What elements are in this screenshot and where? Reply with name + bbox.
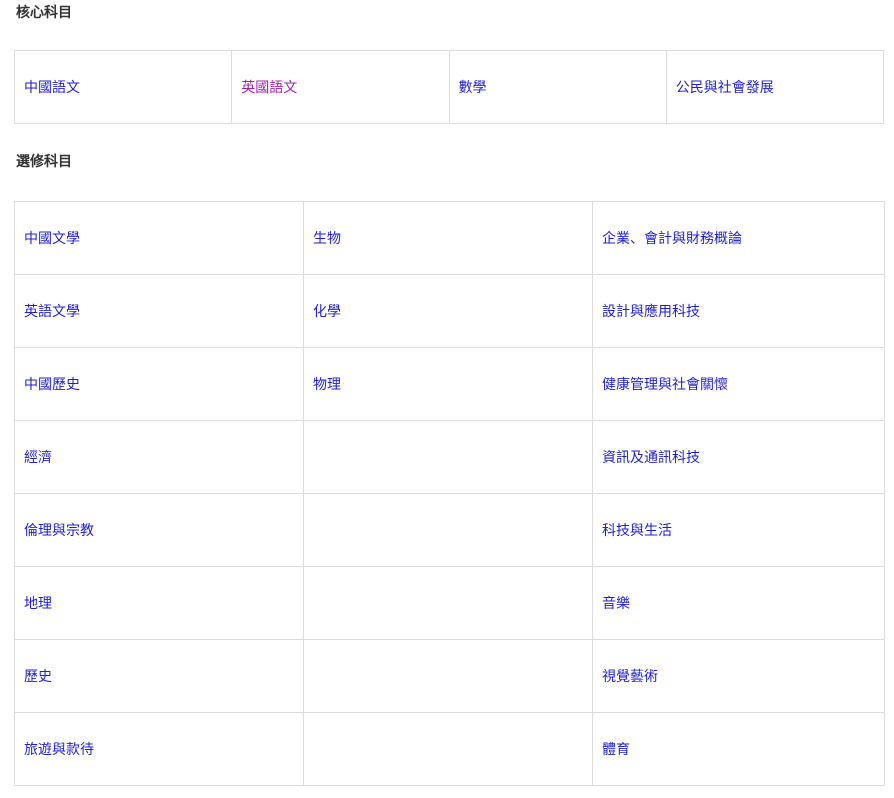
table-cell: 地理 xyxy=(14,566,304,640)
table-row: 中國語文 英國語文 數學 公民與社會發展 xyxy=(13,50,885,124)
table-cell xyxy=(303,639,593,713)
table-cell: 資訊及通訊科技 xyxy=(592,420,885,494)
table-row: 歷史 視覺藝術 xyxy=(14,639,885,713)
subject-link[interactable]: 歷史 xyxy=(24,669,52,685)
subject-link[interactable]: 英語文學 xyxy=(24,304,80,320)
table-cell: 中國文學 xyxy=(14,201,304,275)
table-cell xyxy=(303,493,593,567)
table-cell: 倫理與宗教 xyxy=(14,493,304,567)
elective-subjects-table: 中國文學 生物 企業、會計與財務概論英語文學 化學 設計與應用科技中國歷史 物理 健康管理與… xyxy=(14,201,885,786)
table-cell: 化學 xyxy=(303,274,593,348)
table-cell xyxy=(303,420,593,494)
subject-link[interactable]: 視覺藝術 xyxy=(602,669,658,685)
subject-link-english-language[interactable]: 英國語文 xyxy=(241,80,297,96)
subject-link[interactable]: 科技與生活 xyxy=(602,523,672,539)
table-cell: 物理 xyxy=(303,347,593,421)
table-cell: 英語文學 xyxy=(14,274,304,348)
table-row: 中國歷史 物理 健康管理與社會關懷 xyxy=(14,347,885,421)
table-cell: 英國語文 xyxy=(231,50,450,124)
subject-link[interactable]: 經濟 xyxy=(24,450,52,466)
table-row: 旅遊與款待 體育 xyxy=(14,712,885,786)
table-cell: 旅遊與款待 xyxy=(14,712,304,786)
table-cell: 科技與生活 xyxy=(592,493,885,567)
core-subjects-table: 中國語文 英國語文 數學 公民與社會發展 xyxy=(13,50,885,124)
table-cell: 中國語文 xyxy=(13,50,233,124)
subject-link-citizenship-social-development[interactable]: 公民與社會發展 xyxy=(676,80,774,96)
table-cell: 經濟 xyxy=(14,420,304,494)
subject-link[interactable]: 中國歷史 xyxy=(24,377,80,393)
core-subjects-heading: 核心科目 xyxy=(16,5,72,21)
table-cell xyxy=(303,566,593,640)
table-cell: 公民與社會發展 xyxy=(665,50,885,124)
table-cell: 健康管理與社會關懷 xyxy=(592,347,885,421)
subject-link[interactable]: 倫理與宗教 xyxy=(24,523,94,539)
subject-link-mathematics[interactable]: 數學 xyxy=(459,80,487,96)
subject-link[interactable]: 體育 xyxy=(602,742,630,758)
table-row: 英語文學 化學 設計與應用科技 xyxy=(14,274,885,348)
table-cell: 數學 xyxy=(448,50,667,124)
subject-link[interactable]: 旅遊與款待 xyxy=(24,742,94,758)
subject-link[interactable]: 企業、會計與財務概論 xyxy=(602,231,742,247)
subject-link[interactable]: 中國文學 xyxy=(24,231,80,247)
table-row: 地理 音樂 xyxy=(14,566,885,640)
subject-link[interactable]: 健康管理與社會關懷 xyxy=(602,377,728,393)
subject-link[interactable]: 設計與應用科技 xyxy=(602,304,700,320)
table-row: 經濟 資訊及通訊科技 xyxy=(14,420,885,494)
elective-subjects-heading: 選修科目 xyxy=(16,154,72,170)
table-cell: 音樂 xyxy=(592,566,885,640)
table-cell xyxy=(303,712,593,786)
table-row: 中國文學 生物 企業、會計與財務概論 xyxy=(14,201,885,275)
subject-link[interactable]: 化學 xyxy=(313,304,341,320)
table-cell: 企業、會計與財務概論 xyxy=(592,201,885,275)
table-cell: 視覺藝術 xyxy=(592,639,885,713)
subject-link[interactable]: 地理 xyxy=(24,596,52,612)
table-cell: 中國歷史 xyxy=(14,347,304,421)
subject-link-chinese-language[interactable]: 中國語文 xyxy=(24,80,80,96)
subject-link[interactable]: 物理 xyxy=(313,377,341,393)
subject-link[interactable]: 生物 xyxy=(313,231,341,247)
subject-link[interactable]: 資訊及通訊科技 xyxy=(602,450,700,466)
table-cell: 歷史 xyxy=(14,639,304,713)
table-row: 倫理與宗教 科技與生活 xyxy=(14,493,885,567)
subject-link[interactable]: 音樂 xyxy=(602,596,630,612)
table-cell: 生物 xyxy=(303,201,593,275)
table-cell: 體育 xyxy=(592,712,885,786)
table-cell: 設計與應用科技 xyxy=(592,274,885,348)
